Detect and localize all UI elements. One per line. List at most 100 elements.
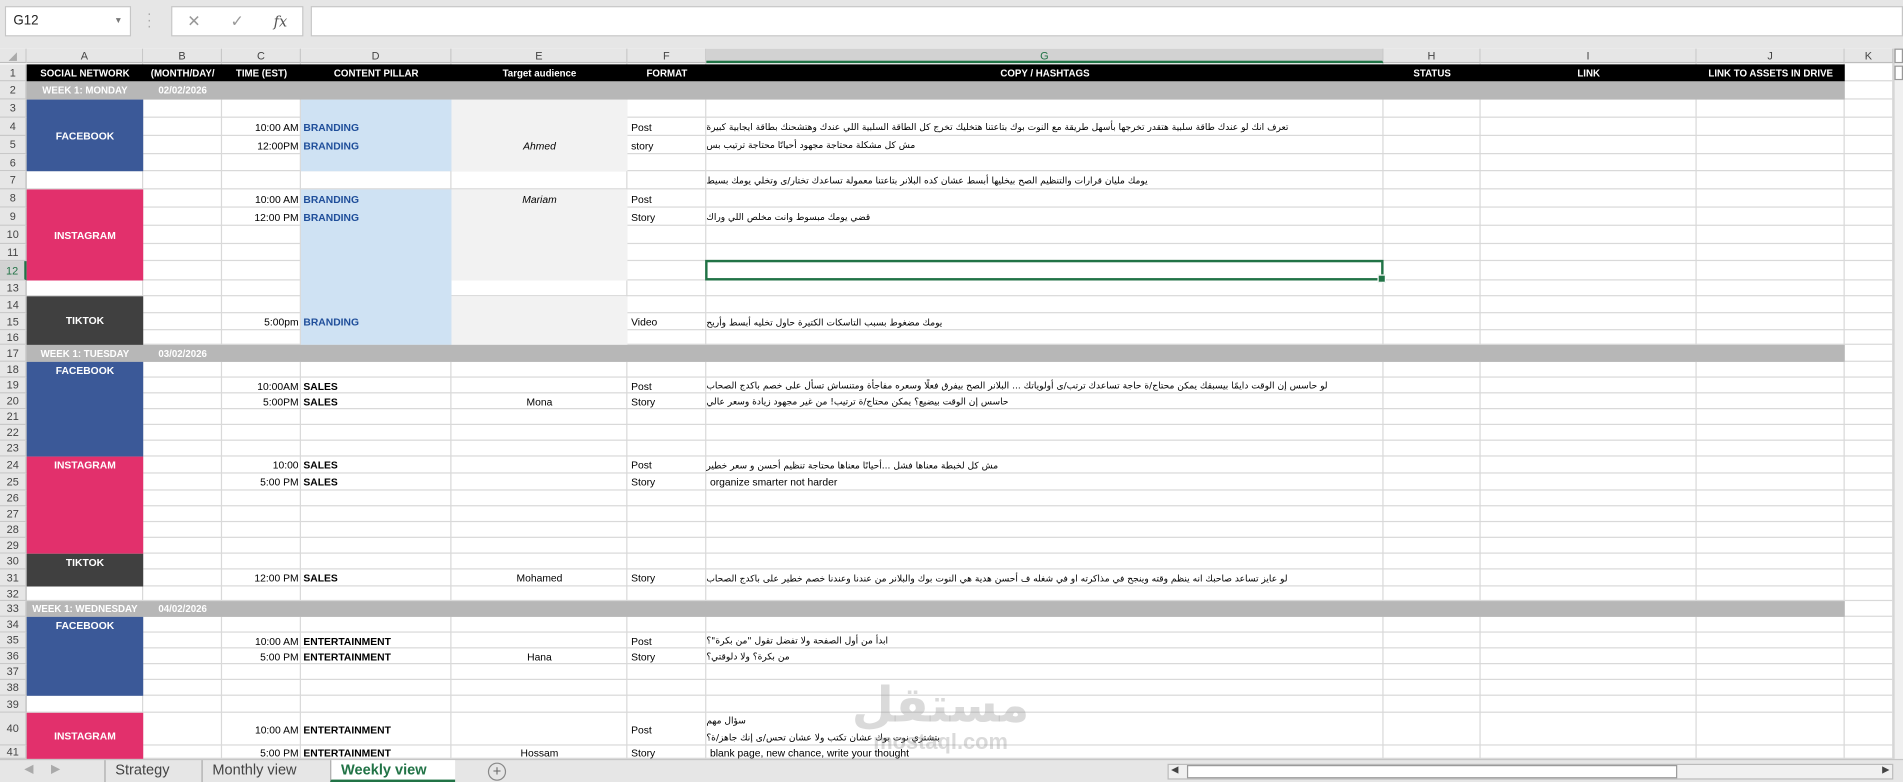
row-header[interactable]: 18: [0, 361, 27, 378]
time-cell[interactable]: 10:00 AM: [222, 189, 301, 207]
row-header[interactable]: 35: [0, 632, 27, 649]
pillar-cell[interactable]: SALES: [301, 393, 451, 409]
scroll-up-button[interactable]: [1894, 48, 1903, 64]
row-header[interactable]: 29: [0, 537, 27, 554]
copy-cell[interactable]: حاسس إن الوقت بيضيع؟ يمكن محتاج/ة ترتيب!…: [706, 393, 1383, 409]
copy-cell[interactable]: بتشتري نوت بوك عشان تكتب ولا عشان تحس/ى …: [706, 729, 1383, 745]
select-all-button[interactable]: ◢: [0, 48, 27, 64]
copy-cell[interactable]: من بكرة؟ ولا دلوقتي؟: [706, 648, 1383, 664]
sheet-grid[interactable]: ◢ A B C D E F G H I J K 1 2 3 4 5 6 7 8 9 10 11 12 13 14 15 16 17 18 1…: [0, 48, 1894, 759]
row-header[interactable]: 40: [0, 712, 27, 746]
row-header[interactable]: 13: [0, 280, 27, 297]
format-cell[interactable]: Post: [627, 118, 706, 136]
row-header[interactable]: 16: [0, 330, 27, 345]
scroll-left-icon[interactable]: ◀: [1171, 764, 1178, 775]
network-facebook[interactable]: FACEBOOK: [26, 616, 144, 696]
drag-handle-icon[interactable]: · · ·: [147, 6, 152, 33]
row-header[interactable]: 21: [0, 409, 27, 426]
format-cell[interactable]: Story: [627, 746, 706, 759]
column-header-k[interactable]: K: [1844, 48, 1894, 64]
network-instagram[interactable]: INSTAGRAM: [26, 712, 144, 759]
copy-cell[interactable]: يومك مضغوط بسبب التاسكات الكتيرة حاول تخ…: [706, 313, 1383, 330]
pillar-cell[interactable]: SALES: [301, 378, 451, 394]
time-cell[interactable]: 10:00AM: [222, 378, 301, 394]
time-cell[interactable]: 10:00 AM: [222, 118, 301, 136]
row-header[interactable]: 6: [0, 154, 27, 172]
format-cell[interactable]: Story: [627, 648, 706, 664]
format-cell[interactable]: Post: [627, 457, 706, 474]
copy-cell[interactable]: blank page, new chance, write your thoug…: [706, 746, 1383, 759]
row-header[interactable]: 28: [0, 522, 27, 538]
formula-input[interactable]: [310, 6, 1903, 37]
audience-cell[interactable]: Ahmed: [451, 136, 627, 154]
time-cell[interactable]: 12:00 PM: [222, 208, 301, 226]
column-header-a[interactable]: A: [26, 48, 144, 64]
row-header[interactable]: 19: [0, 377, 27, 394]
pillar-cell[interactable]: BRANDING: [301, 136, 451, 154]
copy-cell[interactable]: مش كل لخبطة معناها فشل ...أحيانًا معناها…: [706, 457, 1383, 474]
row-header[interactable]: 14: [0, 296, 27, 314]
row-header[interactable]: 25: [0, 473, 27, 491]
copy-cell[interactable]: organize smarter not harder: [706, 474, 1383, 491]
copy-cell[interactable]: ابدأ من أول الصفحة ولا تفضل تقول "من بكر…: [706, 633, 1383, 649]
row-header[interactable]: 12: [0, 261, 27, 281]
row-header[interactable]: 34: [0, 616, 27, 633]
column-header-j[interactable]: J: [1696, 48, 1845, 64]
pillar-cell[interactable]: BRANDING: [301, 118, 451, 136]
column-header-f[interactable]: F: [627, 48, 707, 64]
copy-cell[interactable]: لو حاسس إن الوقت دايمًا بيسبقك يمكن محتا…: [706, 378, 1383, 394]
row-header[interactable]: 1: [0, 64, 27, 82]
time-cell[interactable]: 12:00 PM: [222, 570, 301, 587]
format-cell[interactable]: Post: [627, 378, 706, 394]
time-cell[interactable]: 10:00: [222, 457, 301, 474]
copy-cell[interactable]: تعرف انك لو عندك طاقة سلبية هتقدر تخرجها…: [706, 118, 1383, 136]
network-facebook[interactable]: FACEBOOK: [26, 361, 144, 457]
pillar-cell[interactable]: ENTERTAINMENT: [301, 633, 451, 649]
row-header[interactable]: 37: [0, 664, 27, 681]
tab-monthly-view[interactable]: Monthly view: [201, 760, 306, 782]
format-cell[interactable]: Story: [627, 474, 706, 491]
row-header[interactable]: 8: [0, 189, 27, 208]
insert-function-icon[interactable]: fx: [274, 13, 288, 30]
format-cell[interactable]: Story: [627, 393, 706, 409]
row-header[interactable]: 5: [0, 136, 27, 155]
pillar-cell[interactable]: ENTERTAINMENT: [301, 746, 451, 759]
vertical-scrollbar[interactable]: [1893, 48, 1903, 759]
audience-cell[interactable]: Mohamed: [451, 570, 627, 587]
name-box[interactable]: G12 ▼: [4, 6, 132, 37]
row-header[interactable]: 41: [0, 745, 27, 759]
horizontal-scrollbar[interactable]: ◀ ▶: [1167, 763, 1894, 780]
scroll-right-icon[interactable]: ▶: [1882, 764, 1889, 775]
format-cell[interactable]: Story: [627, 570, 706, 587]
column-header-g[interactable]: G: [706, 48, 1384, 64]
format-cell[interactable]: story: [627, 136, 706, 154]
row-header[interactable]: 7: [0, 171, 27, 190]
format-cell[interactable]: Story: [627, 208, 706, 226]
column-header-d[interactable]: D: [300, 48, 452, 64]
row-header[interactable]: 27: [0, 506, 27, 523]
network-instagram[interactable]: INSTAGRAM: [26, 456, 144, 554]
pillar-cell[interactable]: BRANDING: [301, 208, 451, 226]
row-header[interactable]: 11: [0, 244, 27, 262]
audience-cell[interactable]: Mariam: [451, 189, 627, 207]
format-cell[interactable]: Post: [627, 633, 706, 649]
row-header[interactable]: 31: [0, 569, 27, 587]
row-header[interactable]: 26: [0, 490, 27, 507]
scroll-thumb[interactable]: [1894, 65, 1903, 81]
cancel-icon[interactable]: ✕: [187, 12, 200, 31]
pillar-cell[interactable]: BRANDING: [301, 189, 451, 207]
network-tiktok[interactable]: TIKTOK: [26, 553, 144, 587]
row-header[interactable]: 36: [0, 648, 27, 665]
row-header[interactable]: 15: [0, 313, 27, 331]
time-cell[interactable]: 5:00PM: [222, 393, 301, 409]
row-header[interactable]: 32: [0, 586, 27, 602]
copy-cell[interactable]: قضي يومك مبسوط وانت مخلص اللي وراك: [706, 208, 1383, 226]
chevron-down-icon[interactable]: ▼: [114, 7, 122, 35]
pillar-cell[interactable]: SALES: [301, 474, 451, 491]
enter-icon[interactable]: ✓: [230, 12, 243, 31]
copy-cell[interactable]: سؤال مهم: [706, 713, 1383, 729]
column-header-c[interactable]: C: [222, 48, 301, 64]
pillar-cell[interactable]: SALES: [301, 570, 451, 587]
pillar-cell[interactable]: ENTERTAINMENT: [301, 713, 451, 746]
row-header[interactable]: 22: [0, 425, 27, 441]
